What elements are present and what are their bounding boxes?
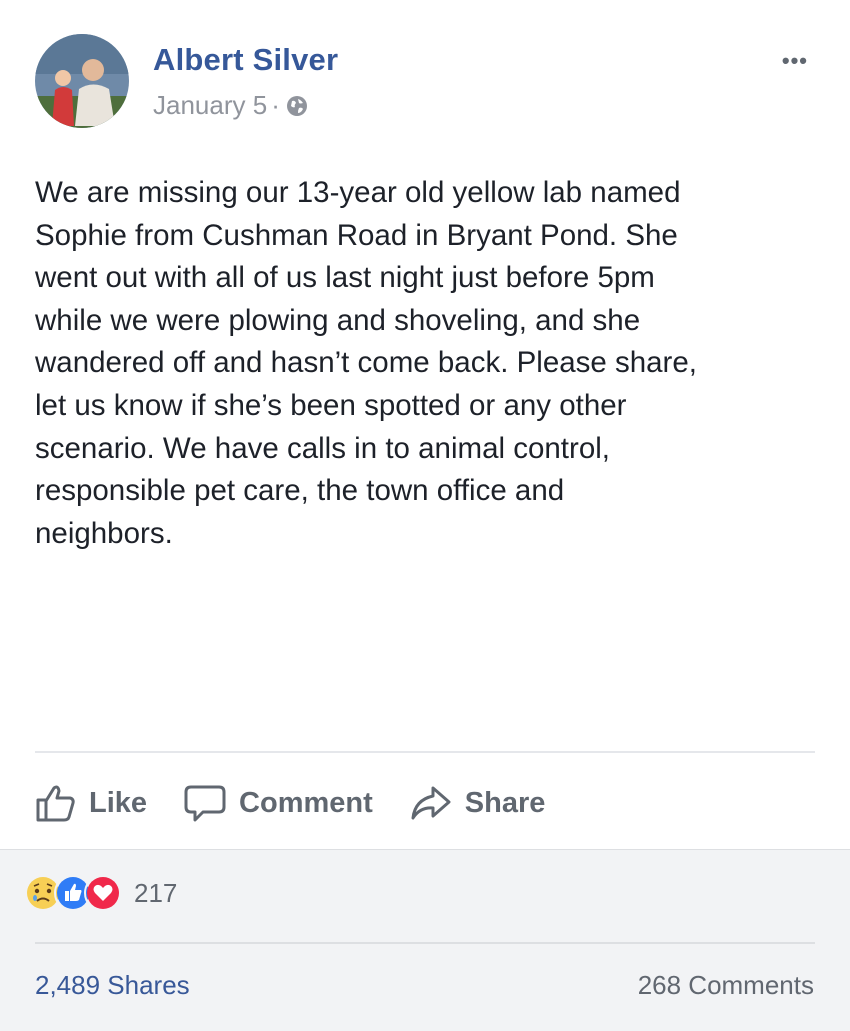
comment-label: Comment: [239, 786, 373, 819]
comments-count[interactable]: 268 Comments: [638, 970, 814, 1001]
more-options-button[interactable]: •••: [782, 48, 808, 74]
post-meta: January 5 ·: [153, 90, 308, 121]
shares-count[interactable]: 2,489 Shares: [35, 970, 190, 1001]
post-date[interactable]: January 5: [153, 90, 267, 121]
love-reaction-icon: [84, 874, 122, 912]
reactions-summary[interactable]: 217: [24, 874, 177, 912]
thumbs-up-icon: [36, 785, 75, 822]
comment-button[interactable]: Comment: [183, 783, 373, 823]
footer-divider: [35, 942, 815, 944]
facebook-post: Albert Silver January 5 · ••• We are mis…: [0, 0, 850, 1031]
post-text: We are missing our 13-year old yellow la…: [35, 176, 697, 550]
divider: [35, 751, 815, 753]
share-button[interactable]: Share: [409, 783, 546, 823]
action-bar: Like Comment Share: [35, 778, 581, 828]
like-button[interactable]: Like: [35, 783, 147, 823]
share-label: Share: [464, 786, 546, 819]
comment-icon: [184, 785, 226, 822]
author-name[interactable]: Albert Silver: [153, 42, 338, 78]
reaction-count: 217: [134, 877, 178, 908]
avatar[interactable]: [35, 34, 129, 128]
globe-icon: [286, 95, 307, 116]
like-label: Like: [89, 786, 148, 819]
meta-separator: ·: [271, 90, 280, 120]
share-arrow-icon: [411, 786, 451, 820]
post-footer: 217 2,489 Shares 268 Comments: [0, 849, 850, 1031]
